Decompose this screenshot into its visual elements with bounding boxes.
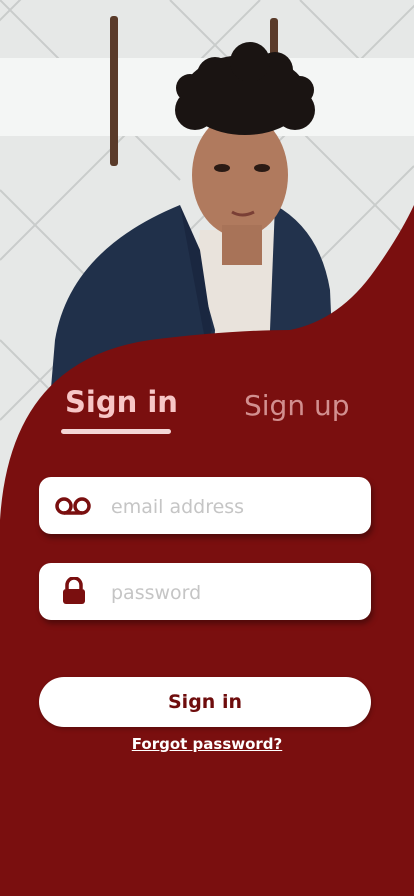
voicemail-icon bbox=[55, 493, 93, 519]
tab-sign-in[interactable]: Sign in bbox=[65, 385, 178, 419]
sign-in-button[interactable]: Sign in bbox=[39, 677, 371, 727]
auth-tabs: Sign in Sign up bbox=[0, 380, 414, 440]
email-field[interactable] bbox=[39, 477, 371, 536]
forgot-password-link[interactable]: Forgot password? bbox=[0, 735, 414, 753]
tab-sign-up[interactable]: Sign up bbox=[244, 389, 350, 422]
active-tab-indicator bbox=[61, 429, 171, 434]
lock-icon bbox=[61, 576, 99, 604]
hero-photo bbox=[0, 0, 414, 520]
password-field[interactable] bbox=[39, 563, 371, 622]
password-input[interactable] bbox=[109, 563, 363, 622]
email-input[interactable] bbox=[109, 477, 363, 536]
